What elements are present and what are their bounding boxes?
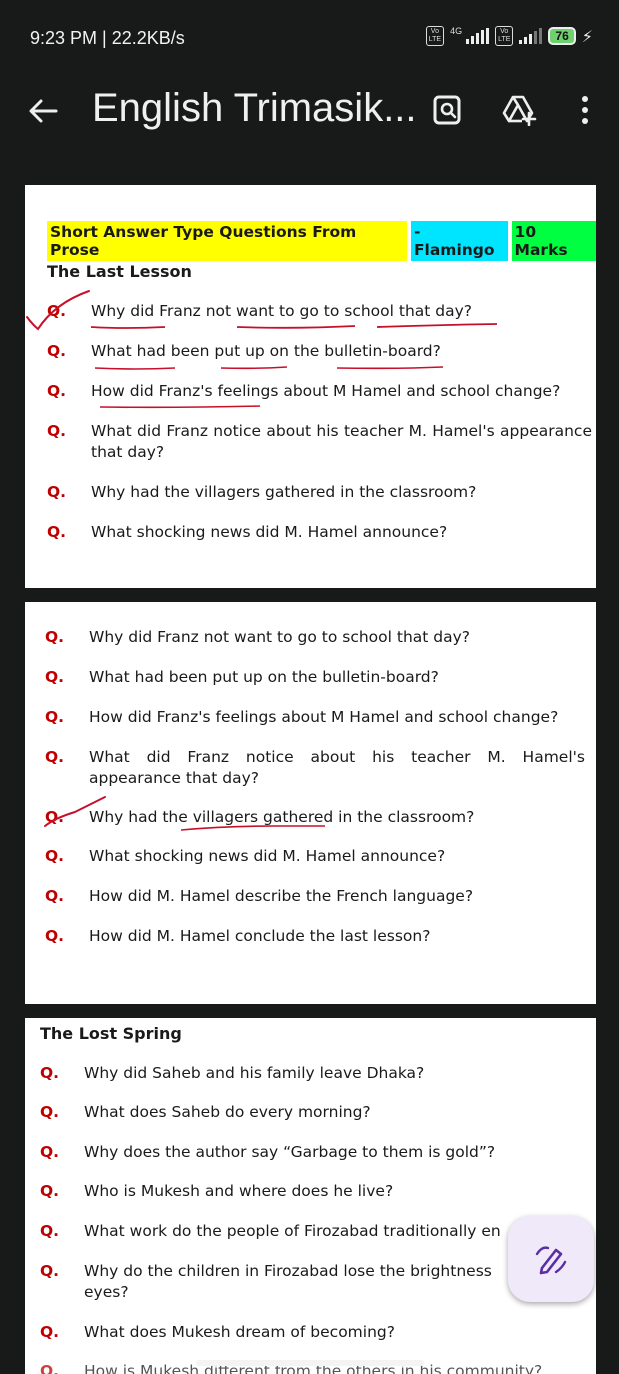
question-text: Why did Franz not want to go to school t…: [91, 302, 473, 320]
question-marker: Q.: [45, 708, 65, 726]
section-heading: Short Answer Type Questions From Prose -…: [47, 221, 596, 261]
question-marker: Q.: [40, 1323, 60, 1341]
question-item: Q. What does Mukesh dream of becoming?: [40, 1322, 585, 1343]
heading-marks: 10 Marks: [511, 221, 596, 261]
question-item: Q. Why had the villagers gathered in the…: [47, 482, 577, 503]
question-text: How did Franz's feelings about M Hamel a…: [91, 382, 561, 400]
question-text: How did M. Hamel conclude the last lesso…: [89, 927, 431, 945]
annotate-fab-button[interactable]: [508, 1216, 594, 1302]
question-item: Q. How did M. Hamel conclude the last le…: [45, 926, 585, 947]
charging-icon: ⚡: [581, 26, 593, 46]
status-bar: 9:23 PM | 22.2KB/s Vo LTE 4G Vo LTE 76 ⚡: [0, 0, 619, 76]
chapter-title: The Last Lesson: [47, 262, 192, 281]
question-item: Q. What did Franz notice about his teach…: [47, 421, 592, 463]
question-text: Why did Saheb and his family leave Dhaka…: [84, 1064, 425, 1082]
document-page-3: The Lost Spring Q. Why did Saheb and his…: [25, 1018, 596, 1374]
question-item: Q. Who is Mukesh and where does he live?: [40, 1181, 585, 1202]
volte-icon: Vo LTE: [425, 26, 445, 46]
question-item: Q. How did Franz's feelings about M Hame…: [47, 381, 592, 402]
question-marker: Q.: [47, 302, 67, 320]
heading-flamingo: - Flamingo: [410, 221, 508, 261]
chapter-title: The Lost Spring: [40, 1024, 182, 1043]
question-marker: Q.: [47, 523, 67, 541]
question-text: What did Franz notice about his teacher …: [91, 422, 592, 461]
question-text: Why had the villagers gathered in the cl…: [89, 808, 475, 826]
question-text: Why does the author say “Garbage to them…: [84, 1143, 496, 1161]
question-item: Q. What had been put up on the bulletin-…: [47, 341, 577, 362]
question-item: Q. How did Franz's feelings about M Hame…: [45, 707, 590, 728]
question-item: Q. What work do the people of Firozabad …: [40, 1221, 585, 1242]
signal-2-icon: [519, 28, 543, 44]
question-text: What did Franz notice about his teacher …: [89, 748, 585, 787]
question-text: How did Franz's feelings about M Hamel a…: [89, 708, 559, 726]
document-page-2: Q. Why did Franz not want to go to schoo…: [25, 602, 596, 1004]
question-text: How did M. Hamel describe the French lan…: [89, 887, 474, 905]
question-text: Who is Mukesh and where does he live?: [84, 1182, 394, 1200]
question-item: Q. What shocking news did M. Hamel annou…: [47, 522, 577, 543]
question-text: What shocking news did M. Hamel announce…: [91, 523, 448, 541]
status-time: 9:23 PM | 22.2KB/s: [30, 28, 185, 48]
battery-icon: 76: [548, 27, 576, 45]
back-arrow-icon[interactable]: [26, 94, 60, 128]
question-marker: Q.: [40, 1362, 60, 1374]
lens-search-icon[interactable]: [432, 94, 462, 126]
question-text: Why did Franz not want to go to school t…: [89, 628, 471, 646]
question-item: Q. Why had the villagers gathered in the…: [45, 807, 585, 828]
question-item: Q. How did M. Hamel describe the French …: [45, 886, 585, 907]
question-item: Q. What does Saheb do every morning?: [40, 1102, 585, 1123]
question-text: What had been put up on the bulletin-boa…: [91, 342, 441, 360]
question-marker: Q.: [40, 1222, 60, 1240]
question-marker: Q.: [40, 1064, 60, 1082]
question-item: Q. Why do the children in Firozabad lose…: [40, 1261, 510, 1303]
question-marker: Q.: [45, 748, 65, 766]
question-marker: Q.: [40, 1182, 60, 1200]
question-marker: Q.: [45, 628, 65, 646]
more-vert-icon[interactable]: [575, 92, 595, 128]
question-item: Q. What did Franz notice about his teach…: [45, 747, 585, 789]
question-item: Q. Why does the author say “Garbage to t…: [40, 1142, 585, 1163]
question-item: Q. Why did Saheb and his family leave Dh…: [40, 1063, 585, 1084]
signal-1-icon: [466, 28, 490, 44]
app-bar: English Trimasik...: [0, 76, 619, 146]
question-marker: Q.: [40, 1262, 60, 1280]
question-text: Why had the villagers gathered in the cl…: [91, 483, 477, 501]
question-marker: Q.: [45, 668, 65, 686]
volte-2-icon: Vo LTE: [495, 26, 514, 46]
question-marker: Q.: [45, 847, 65, 865]
question-item: Q. What had been put up on the bulletin-…: [45, 667, 585, 688]
question-marker: Q.: [45, 808, 65, 826]
question-marker: Q.: [47, 342, 67, 360]
question-marker: Q.: [47, 483, 67, 501]
question-text: What shocking news did M. Hamel announce…: [89, 847, 446, 865]
question-text: What had been put up on the bulletin-boa…: [89, 668, 439, 686]
home-indicator[interactable]: [196, 1360, 424, 1366]
network-type: 4G: [450, 26, 463, 36]
question-item: Q. Why did Franz not want to go to schoo…: [47, 301, 577, 322]
document-page-1: Short Answer Type Questions From Prose -…: [25, 185, 596, 588]
question-text: What does Saheb do every morning?: [84, 1103, 371, 1121]
annotate-pen-icon: [535, 1246, 567, 1275]
question-item: Q. Why did Franz not want to go to schoo…: [45, 627, 585, 648]
question-marker: Q.: [45, 887, 65, 905]
question-marker: Q.: [45, 927, 65, 945]
question-text: What does Mukesh dream of becoming?: [84, 1323, 395, 1341]
question-marker: Q.: [47, 422, 67, 440]
question-marker: Q.: [40, 1103, 60, 1121]
question-marker: Q.: [47, 382, 67, 400]
drive-add-icon[interactable]: [502, 94, 538, 127]
status-icons: Vo LTE 4G Vo LTE 76 ⚡: [425, 26, 593, 46]
question-item: Q. What shocking news did M. Hamel annou…: [45, 846, 585, 867]
question-marker: Q.: [40, 1143, 60, 1161]
heading-prose: Short Answer Type Questions From Prose: [47, 221, 407, 261]
question-text: What work do the people of Firozabad tra…: [84, 1222, 501, 1240]
question-text: Why do the children in Firozabad lose th…: [84, 1262, 492, 1301]
document-title: English Trimasik...: [92, 86, 417, 130]
